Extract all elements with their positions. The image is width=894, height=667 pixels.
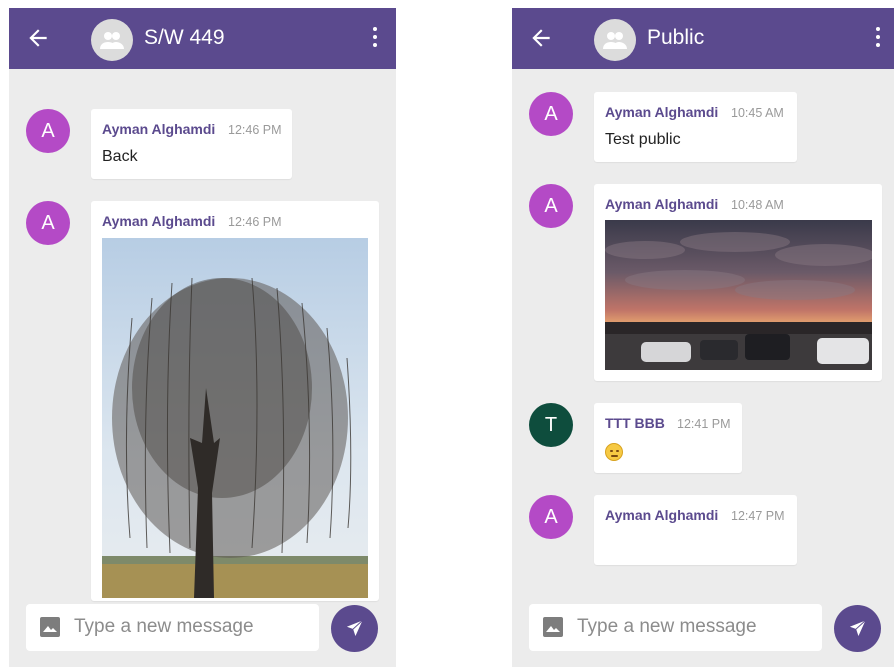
send-icon <box>847 618 868 639</box>
sender-name: TTT BBB <box>605 415 665 431</box>
sender-name: Ayman Alghamdi <box>102 213 216 229</box>
message-time: 12:41 PM <box>677 417 731 431</box>
back-arrow-icon[interactable] <box>25 25 51 51</box>
message-time: 12:46 PM <box>228 215 282 229</box>
message-input[interactable]: Type a new message <box>74 616 254 638</box>
avatar[interactable]: A <box>529 184 573 228</box>
chat-screen-right: Public A Ayman Alghamdi 10:45 AM Test pu… <box>512 8 894 667</box>
image-icon[interactable] <box>543 617 563 637</box>
image-icon[interactable] <box>40 617 60 637</box>
group-icon[interactable] <box>91 19 133 61</box>
avatar[interactable]: A <box>26 109 70 153</box>
send-button[interactable] <box>331 605 378 652</box>
avatar[interactable]: T <box>529 403 573 447</box>
message-time: 10:48 AM <box>731 198 784 212</box>
sender-name: Ayman Alghamdi <box>605 104 719 120</box>
more-vert-icon[interactable] <box>370 27 380 51</box>
message-bubble: Ayman Alghamdi 12:46 PM <box>91 201 379 601</box>
chat-title[interactable]: S/W 449 <box>144 26 225 50</box>
message-text: Back <box>102 148 138 165</box>
sunset-parking-photo[interactable] <box>605 220 872 370</box>
message-bubble: Ayman Alghamdi 12:46 PM Back <box>91 109 292 179</box>
smiley-emoji-icon <box>605 443 623 461</box>
message-time: 12:47 PM <box>731 509 785 523</box>
message-bubble: Ayman Alghamdi 10:48 AM <box>594 184 882 381</box>
tree-photo[interactable] <box>102 238 368 598</box>
sender-name: Ayman Alghamdi <box>605 507 719 523</box>
send-button[interactable] <box>834 605 881 652</box>
group-icon[interactable] <box>594 19 636 61</box>
back-arrow-icon[interactable] <box>528 25 554 51</box>
more-vert-icon[interactable] <box>873 27 883 51</box>
send-icon <box>344 618 365 639</box>
app-bar: S/W 449 <box>9 8 396 69</box>
message-bubble: TTT BBB 12:41 PM <box>594 403 742 473</box>
message-text: Test public <box>605 131 681 148</box>
message-input-bar[interactable]: Type a new message <box>26 604 319 651</box>
sender-name: Ayman Alghamdi <box>102 121 216 137</box>
sender-name: Ayman Alghamdi <box>605 196 719 212</box>
message-input[interactable]: Type a new message <box>577 616 757 638</box>
avatar[interactable]: A <box>26 201 70 245</box>
message-bubble: Ayman Alghamdi 12:47 PM <box>594 495 797 565</box>
app-bar: Public <box>512 8 894 69</box>
message-input-bar[interactable]: Type a new message <box>529 604 822 651</box>
chat-title[interactable]: Public <box>647 26 704 50</box>
avatar[interactable]: A <box>529 92 573 136</box>
message-time: 12:46 PM <box>228 123 282 137</box>
message-time: 10:45 AM <box>731 106 784 120</box>
avatar[interactable]: A <box>529 495 573 539</box>
message-bubble: Ayman Alghamdi 10:45 AM Test public <box>594 92 797 162</box>
chat-screen-left: S/W 449 A Ayman Alghamdi 12:46 PM Back A… <box>9 8 396 667</box>
